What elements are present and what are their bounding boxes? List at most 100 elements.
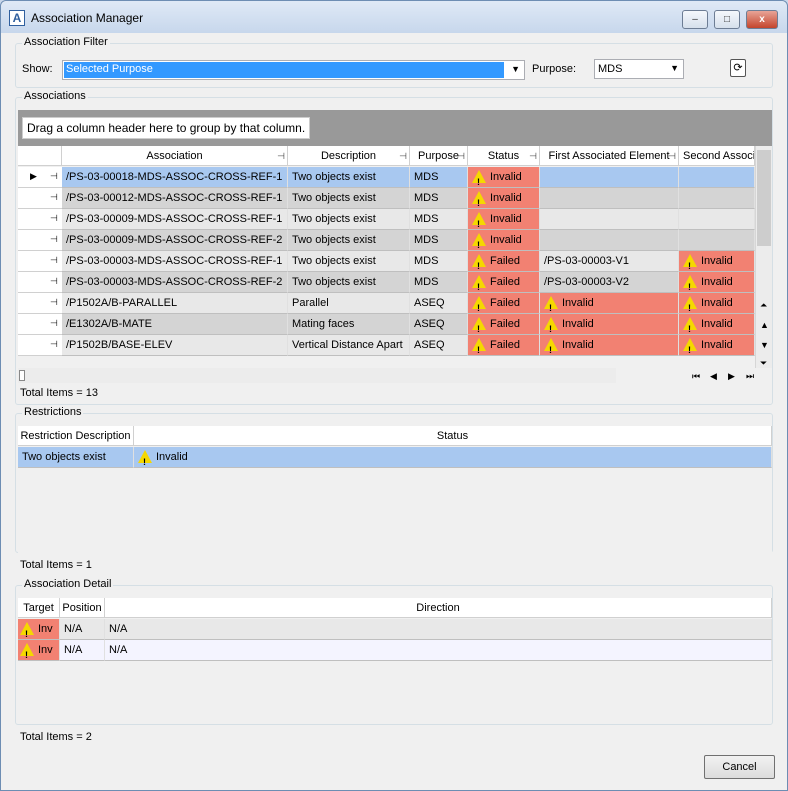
- col-description[interactable]: Description ⊣: [288, 146, 410, 166]
- scrollbar-thumb[interactable]: [757, 150, 771, 246]
- cell-second-element: Invalid: [679, 251, 755, 272]
- purpose-dropdown[interactable]: MDS ▼: [594, 59, 684, 79]
- col-purpose[interactable]: Purpose ⊣: [410, 146, 468, 166]
- maximize-button[interactable]: □: [714, 10, 740, 29]
- col-restriction-description[interactable]: Restriction Description: [18, 426, 134, 446]
- cell-second-element: Invalid: [679, 335, 755, 356]
- row-selector[interactable]: ⊣: [18, 188, 62, 209]
- warning-icon: [138, 450, 152, 467]
- association-detail-label: Association Detail: [22, 578, 114, 590]
- restriction-status: Invalid: [134, 447, 772, 468]
- pin-icon[interactable]: ⊣: [50, 276, 58, 287]
- vertical-scrollbar[interactable]: ⏶ ▲ ▼ ⏷: [755, 146, 772, 368]
- cell-purpose-text: MDS: [414, 276, 439, 288]
- col-target[interactable]: Target: [18, 598, 60, 618]
- cell-first-element: [540, 209, 679, 230]
- warning-icon: [472, 275, 486, 292]
- table-row[interactable]: ⊣ /PS-03-00003-MDS-ASSOC-CROSS-REF-2 Two o…: [18, 272, 755, 293]
- cell-description-text: Two objects exist: [292, 255, 376, 267]
- table-row[interactable]: ⊣ /P1502A/B-PARALLEL Parallel ASEQ Failed Inv…: [18, 293, 755, 314]
- show-dropdown[interactable]: Selected Purpose ▼: [62, 60, 525, 80]
- table-row[interactable]: Inv N/A N/A: [18, 640, 772, 661]
- pin-icon[interactable]: ⊣: [457, 146, 465, 165]
- table-row[interactable]: Two objects exist Invalid: [18, 447, 772, 468]
- scroll-bottom-icon[interactable]: ⏷: [760, 358, 767, 369]
- table-row[interactable]: ▶ ⊣/PS-03-00018-MDS-ASSOC-CROSS-REF-1 Two …: [18, 167, 755, 188]
- row-selector[interactable]: ⊣: [18, 209, 62, 230]
- cell-status: Failed: [468, 293, 540, 314]
- warning-icon: [472, 317, 486, 334]
- warning-icon: [683, 338, 697, 355]
- cell-description: Two objects exist: [288, 188, 410, 209]
- col-restriction-status[interactable]: Status: [134, 426, 772, 446]
- association-detail-group: Association Detail Target Position Direc…: [15, 578, 773, 725]
- close-button[interactable]: x: [746, 10, 778, 29]
- row-selector[interactable]: ⊣: [18, 272, 62, 293]
- next-page-icon[interactable]: ▶: [728, 371, 735, 382]
- table-row[interactable]: ⊣ /P1502B/BASE-ELEV Vertical Distance Apar…: [18, 335, 755, 356]
- table-row[interactable]: Inv N/A N/A: [18, 619, 772, 640]
- row-selector[interactable]: ⊣: [18, 251, 62, 272]
- scrollbar-thumb[interactable]: [19, 370, 25, 381]
- pin-icon[interactable]: ⊣: [50, 339, 58, 350]
- cell-association: /PS-03-00009-MDS-ASSOC-CROSS-REF-1: [62, 209, 288, 230]
- associations-group: Associations Drag a column header here t…: [15, 90, 773, 405]
- pin-icon[interactable]: ⊣: [529, 146, 537, 165]
- cell-purpose: MDS: [410, 251, 468, 272]
- cell-association-text: /PS-03-00009-MDS-ASSOC-CROSS-REF-1: [66, 213, 283, 225]
- first-page-icon[interactable]: ⏮: [692, 371, 700, 382]
- row-selector[interactable]: ⊣: [18, 293, 62, 314]
- warning-icon: [472, 233, 486, 250]
- table-row[interactable]: ⊣ /PS-03-00009-MDS-ASSOC-CROSS-REF-2 Two o…: [18, 230, 755, 251]
- col-second-element[interactable]: Second Associ: [679, 146, 755, 166]
- table-row[interactable]: ⊣ /PS-03-00009-MDS-ASSOC-CROSS-REF-1 Two o…: [18, 209, 755, 230]
- col-direction[interactable]: Direction: [105, 598, 772, 618]
- pin-icon[interactable]: ⊣: [50, 255, 58, 266]
- group-by-area[interactable]: Drag a column header here to group by th…: [18, 110, 772, 146]
- pin-icon[interactable]: ⊣: [277, 146, 285, 165]
- cell-purpose-text: MDS: [414, 171, 439, 183]
- pin-icon[interactable]: ⊣: [50, 171, 58, 182]
- col-position[interactable]: Position: [60, 598, 105, 618]
- cell-purpose: ASEQ: [410, 293, 468, 314]
- cell-purpose: MDS: [410, 209, 468, 230]
- cell-first-element: Invalid: [540, 335, 679, 356]
- cancel-button[interactable]: Cancel: [704, 755, 775, 779]
- cell-description-text: Two objects exist: [292, 213, 376, 225]
- scroll-down-icon[interactable]: ▼: [760, 340, 769, 350]
- minimize-button[interactable]: –: [682, 10, 708, 29]
- cell-purpose-text: MDS: [414, 255, 439, 267]
- refresh-icon[interactable]: ⟳: [730, 59, 746, 77]
- pin-icon[interactable]: ⊣: [50, 213, 58, 224]
- col-status[interactable]: Status ⊣: [468, 146, 540, 166]
- cell-second-element: [679, 230, 755, 251]
- warning-icon: [544, 317, 558, 334]
- pin-icon[interactable]: ⊣: [50, 297, 58, 308]
- col-association[interactable]: Association ⊣: [62, 146, 288, 166]
- cell-status: Failed: [468, 314, 540, 335]
- horizontal-scrollbar[interactable]: [18, 368, 616, 383]
- pin-icon[interactable]: ⊣: [50, 318, 58, 329]
- table-row[interactable]: ⊣ /E1302A/B-MATE Mating faces ASEQ Failed Inv…: [18, 314, 755, 335]
- table-row[interactable]: ⊣ /PS-03-00003-MDS-ASSOC-CROSS-REF-1 Two o…: [18, 251, 755, 272]
- table-row[interactable]: ⊣ /PS-03-00012-MDS-ASSOC-CROSS-REF-1 Two o…: [18, 188, 755, 209]
- row-selector[interactable]: ⊣: [18, 230, 62, 251]
- cell-first-element-text: Invalid: [562, 339, 594, 351]
- row-selector[interactable]: ⊣: [18, 314, 62, 335]
- pin-icon[interactable]: ⊣: [399, 146, 407, 165]
- cell-status: Invalid: [468, 209, 540, 230]
- cell-second-element-text: Invalid: [701, 276, 733, 288]
- title-bar[interactable]: A Association Manager – □ x: [1, 1, 787, 33]
- scroll-top-icon[interactable]: ⏶: [760, 300, 767, 311]
- pin-icon[interactable]: ⊣: [668, 146, 676, 165]
- col-first-element[interactable]: First Associated Element ⊣: [540, 146, 679, 166]
- prev-page-icon[interactable]: ◀: [710, 371, 717, 382]
- pin-icon[interactable]: ⊣: [50, 234, 58, 245]
- pin-icon[interactable]: ⊣: [50, 192, 58, 203]
- scroll-up-icon[interactable]: ▲: [760, 320, 769, 330]
- row-selector[interactable]: ⊣: [18, 335, 62, 356]
- col-purpose-label: Purpose: [418, 150, 459, 162]
- cell-purpose-text: ASEQ: [414, 297, 445, 309]
- last-page-icon[interactable]: ⏭: [746, 371, 754, 382]
- row-selector[interactable]: ▶ ⊣: [18, 167, 62, 188]
